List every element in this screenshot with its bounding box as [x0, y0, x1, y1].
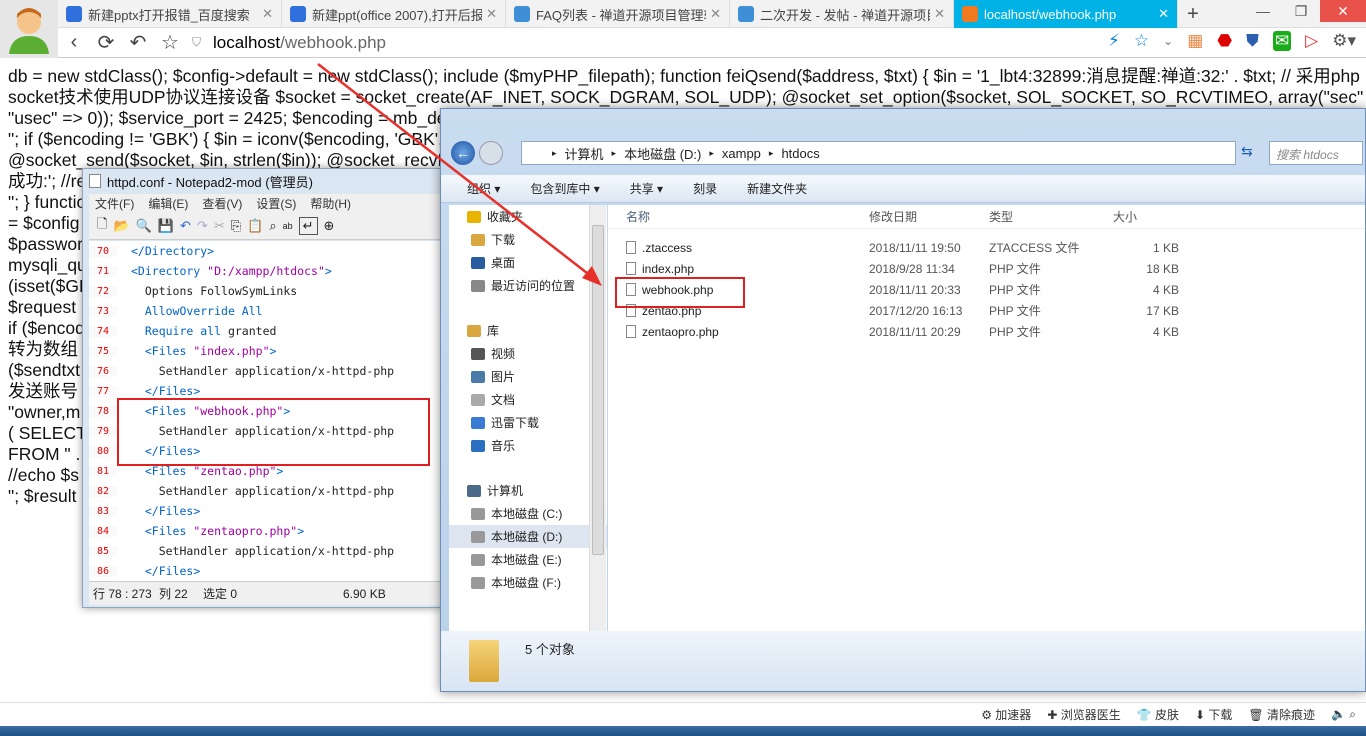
status-item[interactable]: 👕 皮肤: [1137, 706, 1179, 723]
status-item-icon: ⚙: [981, 708, 996, 722]
status-item-label: 皮肤: [1154, 708, 1179, 722]
volume-icon[interactable]: 🔈 ⌕: [1331, 707, 1356, 722]
status-item-label: 浏览器医生: [1060, 708, 1121, 722]
status-item-icon: 🗑: [1248, 708, 1267, 722]
status-item-label: 加速器: [995, 708, 1032, 722]
taskbar: [0, 726, 1366, 736]
status-item[interactable]: ⬇ 下载: [1195, 706, 1232, 723]
status-item-icon: ✚: [1047, 708, 1061, 722]
annotation-arrow: [317, 63, 602, 286]
browser-statusbar: ⚙ 加速器 ✚ 浏览器医生 👕 皮肤 ⬇ 下载 🗑 清除痕迹 🔈 ⌕: [0, 702, 1366, 726]
status-item[interactable]: 🗑 清除痕迹: [1248, 706, 1315, 723]
status-item-icon: 👕: [1136, 708, 1155, 722]
status-item-label: 下载: [1208, 708, 1233, 722]
status-item[interactable]: ⚙ 加速器: [981, 706, 1031, 723]
status-item-icon: ⬇: [1195, 708, 1209, 722]
status-item[interactable]: ✚ 浏览器医生: [1047, 706, 1120, 723]
status-item-label: 清除痕迹: [1266, 708, 1315, 722]
